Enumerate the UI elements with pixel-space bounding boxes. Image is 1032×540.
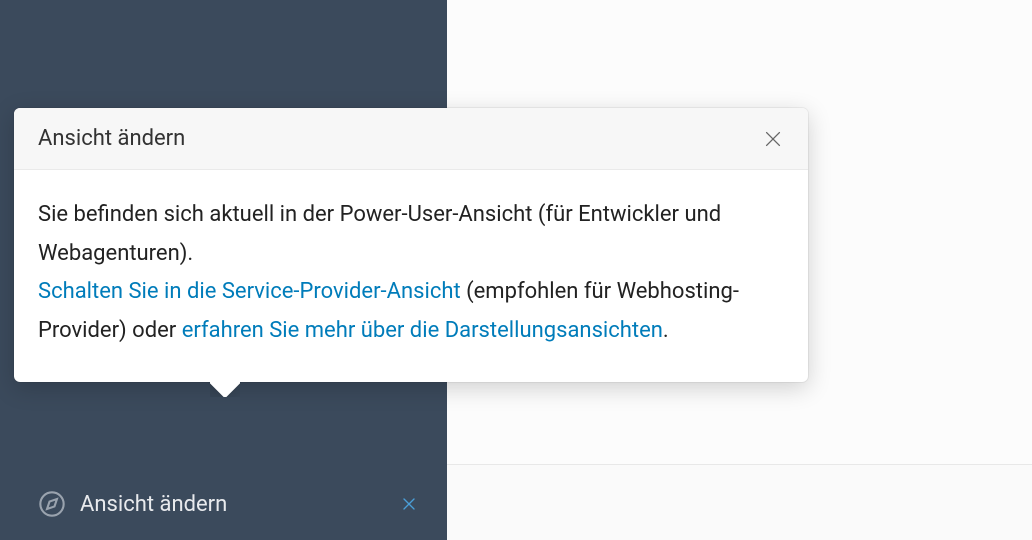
popover-body: Sie befinden sich aktuell in der Power-U… [14, 170, 808, 382]
learn-more-views-link[interactable]: erfahren Sie mehr über die Darstellungsa… [182, 318, 663, 343]
sidebar-dismiss-button[interactable] [399, 494, 419, 514]
sidebar-change-view-row: Ansicht ändern [0, 468, 447, 540]
popover-title: Ansicht ändern [38, 126, 185, 151]
popover-arrow [210, 381, 240, 397]
popover-close-button[interactable] [762, 128, 784, 150]
popover-header: Ansicht ändern [14, 108, 808, 170]
popover-text-intro: Sie befinden sich aktuell in der Power-U… [38, 202, 721, 266]
change-view-popover: Ansicht ändern Sie befinden sich aktuell… [14, 108, 808, 382]
change-view-link[interactable]: Ansicht ändern [80, 492, 399, 517]
popover-text-end: . [663, 318, 669, 343]
compass-icon [38, 490, 66, 518]
switch-to-service-provider-link[interactable]: Schalten Sie in die Service-Provider-Ans… [38, 279, 461, 304]
